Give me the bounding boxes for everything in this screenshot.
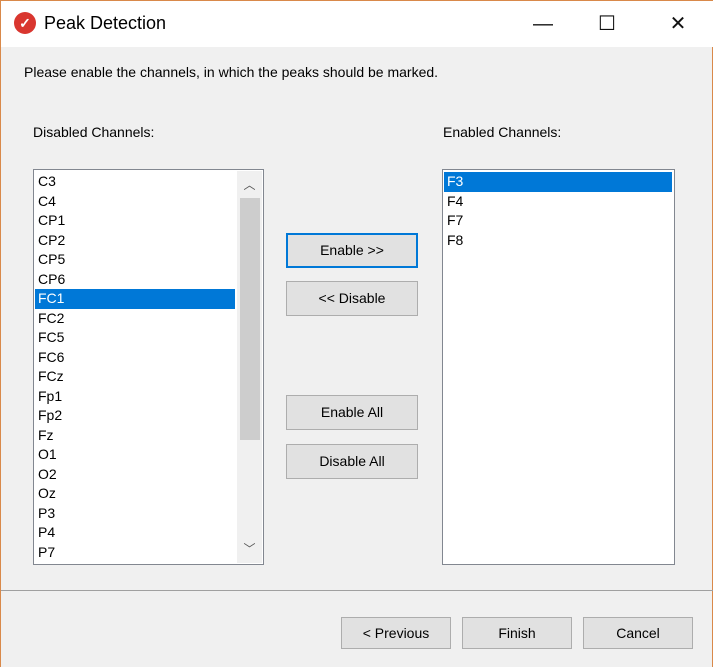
disable-button[interactable]: << Disable xyxy=(286,281,418,316)
list-item[interactable]: P7 xyxy=(35,543,235,563)
list-item[interactable]: CP5 xyxy=(35,250,235,270)
list-item[interactable]: Fp1 xyxy=(35,387,235,407)
enabled-channels-label: Enabled Channels: xyxy=(443,124,562,140)
list-item[interactable]: F7 xyxy=(444,211,672,231)
list-item[interactable]: F3 xyxy=(444,172,672,192)
list-item[interactable]: C4 xyxy=(35,192,235,212)
app-icon: ✓ xyxy=(14,12,36,34)
list-item[interactable]: Fp2 xyxy=(35,406,235,426)
enable-button[interactable]: Enable >> xyxy=(286,233,418,268)
previous-button[interactable]: < Previous xyxy=(341,617,451,649)
disabled-channels-list[interactable]: C3 C4 CP1 CP2 CP5 CP6 FC1 FC2 FC5 FC6 FCz Fp1 Fp2 Fz O… xyxy=(33,169,264,565)
window-title: Peak Detection xyxy=(44,13,167,33)
list-item[interactable]: O2 xyxy=(35,465,235,485)
list-item[interactable]: P4 xyxy=(35,523,235,543)
finish-button[interactable]: Finish xyxy=(462,617,572,649)
cancel-button[interactable]: Cancel xyxy=(583,617,693,649)
minimize-button[interactable]: — xyxy=(523,9,563,39)
list-item[interactable]: P3 xyxy=(35,504,235,524)
list-item[interactable]: CP1 xyxy=(35,211,235,231)
scroll-thumb[interactable] xyxy=(240,198,260,440)
scroll-up-icon[interactable]: ︿ xyxy=(237,176,262,193)
list-item[interactable]: FCz xyxy=(35,367,235,387)
list-item[interactable]: FC2 xyxy=(35,309,235,329)
instruction-text: Please enable the channels, in which the… xyxy=(24,64,439,80)
maximize-button[interactable]: ☐ xyxy=(587,9,627,39)
enable-all-button[interactable]: Enable All xyxy=(286,395,418,430)
scrollbar[interactable]: ︿ ﹀ xyxy=(237,171,262,563)
list-item[interactable]: C3 xyxy=(35,172,235,192)
scroll-down-icon[interactable]: ﹀ xyxy=(237,540,262,557)
list-item[interactable]: FC5 xyxy=(35,328,235,348)
list-item[interactable]: Fz xyxy=(35,426,235,446)
list-item[interactable]: O1 xyxy=(35,445,235,465)
list-item[interactable]: F8 xyxy=(444,231,672,251)
list-item[interactable]: FC6 xyxy=(35,348,235,368)
list-item[interactable]: FC1 xyxy=(35,289,235,309)
close-button[interactable]: ✕ xyxy=(658,9,698,39)
list-item[interactable]: Oz xyxy=(35,484,235,504)
disabled-channels-label: Disabled Channels: xyxy=(33,124,155,140)
list-item[interactable]: CP2 xyxy=(35,231,235,251)
list-item[interactable]: CP6 xyxy=(35,270,235,290)
separator xyxy=(1,590,713,591)
list-item[interactable]: F4 xyxy=(444,192,672,212)
enabled-channels-list[interactable]: F3 F4 F7 F8 xyxy=(442,169,675,565)
title-bar: ✓ Peak Detection — ☐ ✕ xyxy=(1,1,713,47)
disable-all-button[interactable]: Disable All xyxy=(286,444,418,479)
